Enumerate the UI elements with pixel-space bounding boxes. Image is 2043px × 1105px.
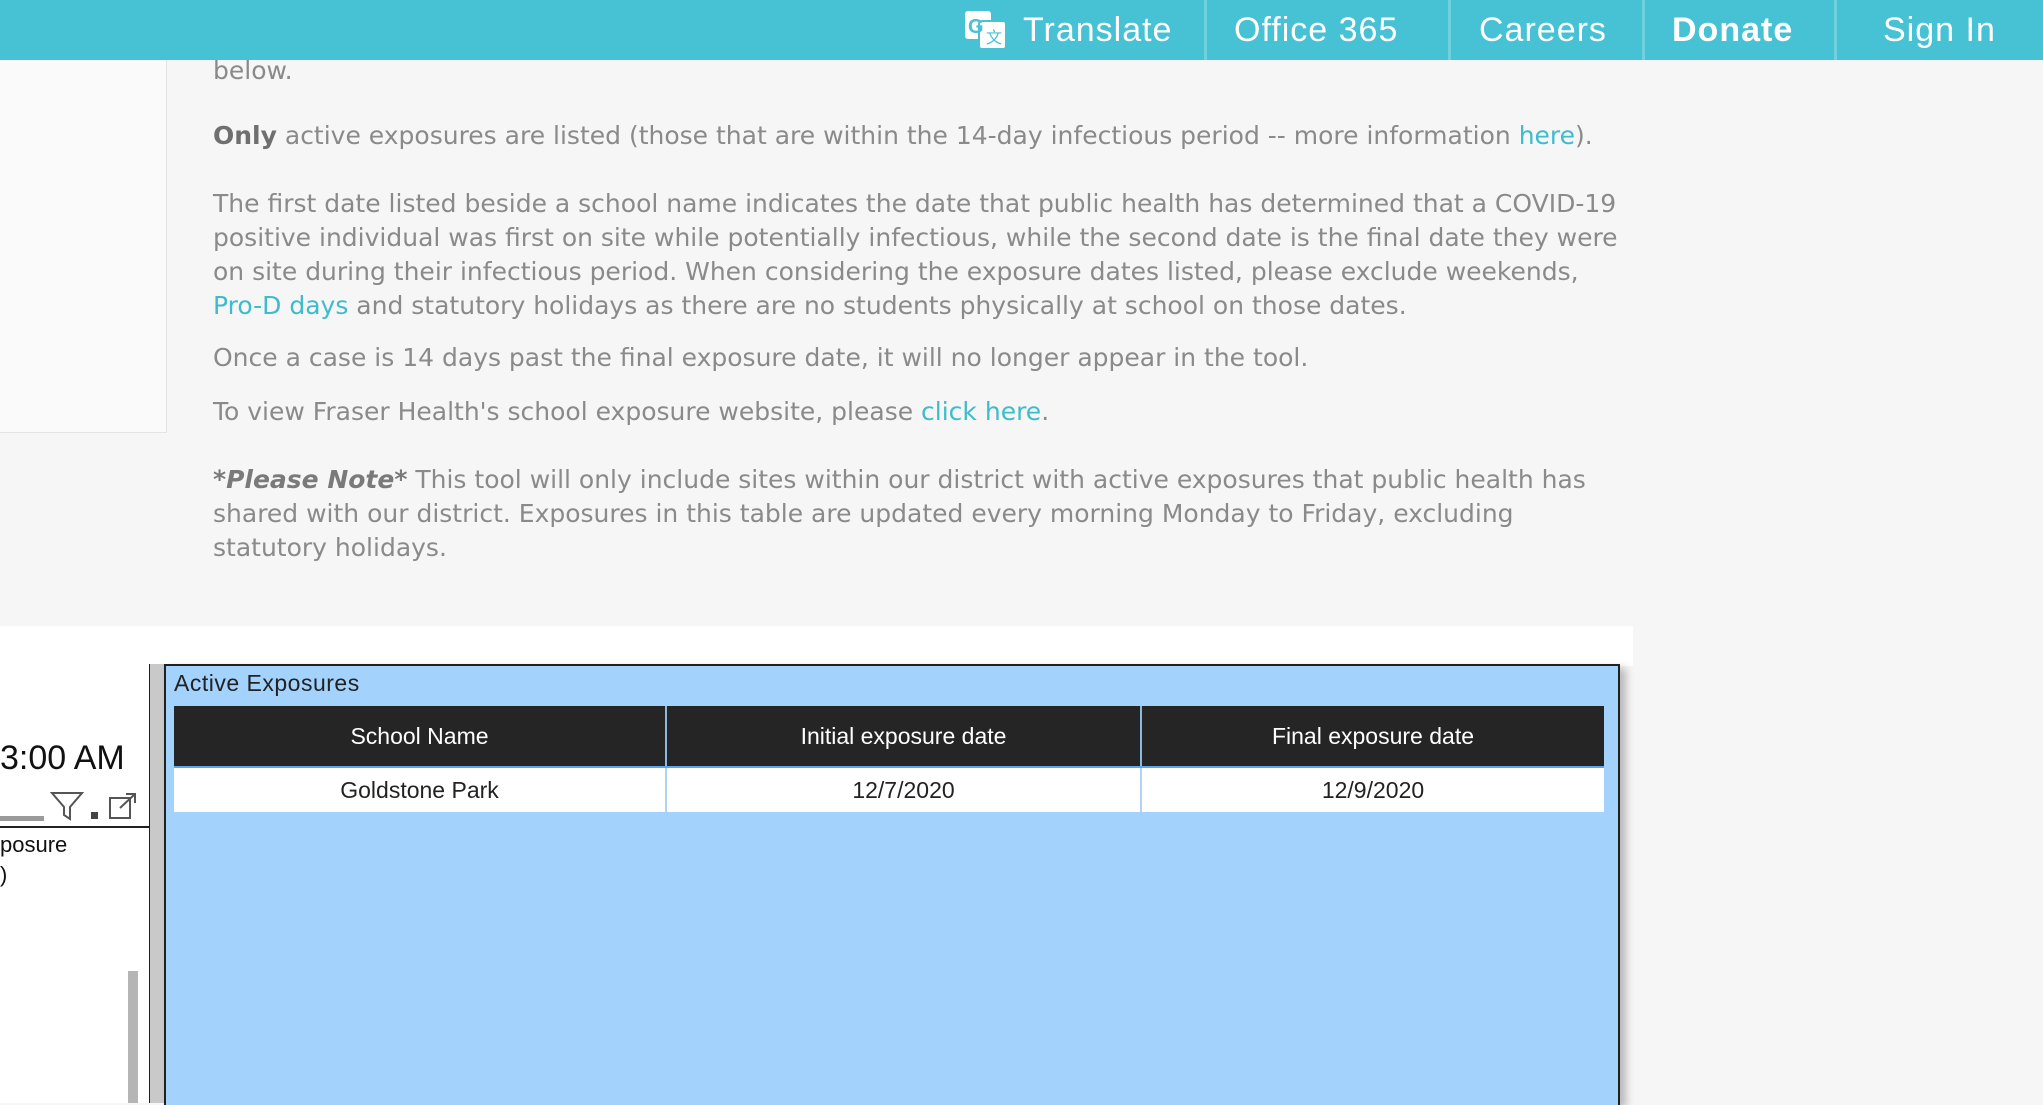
careers-label: Careers bbox=[1479, 10, 1607, 49]
report-top-strip bbox=[0, 626, 1633, 666]
visual-header-bar bbox=[0, 816, 44, 821]
please-note-bold: *Please Note* bbox=[213, 465, 408, 494]
column-header-school-name[interactable]: School Name bbox=[174, 706, 667, 768]
exposures-table: School Name Initial exposure date Final … bbox=[174, 706, 1604, 812]
exposure-fragment-line: ) bbox=[0, 862, 8, 887]
nav-separator bbox=[1834, 0, 1837, 60]
careers-link[interactable]: Careers bbox=[1479, 0, 1607, 60]
table-header-row: School Name Initial exposure date Final … bbox=[174, 706, 1604, 768]
svg-text:文: 文 bbox=[986, 28, 1003, 47]
last-refresh-time: 3:00 AM bbox=[0, 739, 125, 777]
left-sidebar-panel bbox=[0, 60, 167, 433]
top-navigation-bar: G 文 Translate Office 365 Careers Donate … bbox=[0, 0, 2043, 60]
column-header-initial-date[interactable]: Initial exposure date bbox=[666, 706, 1142, 768]
office365-label: Office 365 bbox=[1234, 10, 1399, 49]
visual-header-dot bbox=[91, 812, 98, 819]
translate-label: Translate bbox=[1023, 10, 1173, 49]
paragraph-text: The first date listed beside a school na… bbox=[213, 189, 1618, 286]
paragraph-please-note: *Please Note* This tool will only includ… bbox=[213, 463, 1633, 565]
vertical-scrollbar[interactable] bbox=[128, 971, 138, 1103]
svg-text:G: G bbox=[968, 16, 985, 38]
nav-separator bbox=[1204, 0, 1207, 60]
sign-in-label: Sign In bbox=[1883, 10, 1996, 49]
exposure-fragment-line: posure bbox=[0, 832, 68, 857]
sign-in-link[interactable]: Sign In bbox=[1883, 0, 1996, 60]
paragraph-dates-explanation: The first date listed beside a school na… bbox=[213, 187, 1633, 323]
donate-link[interactable]: Donate bbox=[1672, 0, 1793, 60]
cell-final-date: 12/9/2020 bbox=[1141, 767, 1604, 812]
only-bold: Only bbox=[213, 121, 277, 150]
paragraph-text: To view Fraser Health's school exposure … bbox=[213, 397, 922, 426]
office365-link[interactable]: Office 365 bbox=[1234, 0, 1398, 60]
paragraph-only-active: Only active exposures are listed (those … bbox=[213, 119, 1633, 153]
paragraph-text: and statutory holidays as there are no s… bbox=[348, 291, 1407, 320]
more-info-link[interactable]: here bbox=[1519, 121, 1575, 150]
paragraph-text: . bbox=[1041, 397, 1050, 426]
paragraph-text: ). bbox=[1575, 121, 1593, 150]
click-here-link[interactable]: click here bbox=[921, 397, 1041, 426]
google-translate-icon: G 文 bbox=[965, 11, 1007, 50]
pro-d-days-link[interactable]: Pro-D days bbox=[213, 291, 348, 320]
visual-divider bbox=[0, 826, 149, 828]
active-exposures-visual: Active Exposures School Name Initial exp… bbox=[164, 664, 1620, 1105]
paragraph-fraser-health: To view Fraser Health's school exposure … bbox=[213, 395, 1633, 429]
column-header-final-date[interactable]: Final exposure date bbox=[1141, 706, 1604, 768]
paragraph-text: This tool will only include sites within… bbox=[213, 465, 1586, 562]
nav-separator bbox=[1642, 0, 1645, 60]
nav-separator bbox=[1448, 0, 1451, 60]
report-title: Active Exposures bbox=[174, 670, 360, 696]
translate-link[interactable]: G 文 Translate bbox=[965, 0, 1172, 60]
left-report-visual: 3:00 AM posure ) bbox=[0, 664, 151, 1103]
filter-icon[interactable] bbox=[50, 790, 84, 822]
visual-gap bbox=[150, 664, 164, 1103]
donate-label: Donate bbox=[1672, 10, 1794, 49]
focus-mode-icon[interactable] bbox=[108, 792, 138, 820]
cell-initial-date: 12/7/2020 bbox=[666, 767, 1142, 812]
paragraph-text: active exposures are listed (those that … bbox=[276, 121, 1519, 150]
table-row[interactable]: Goldstone Park 12/7/2020 12/9/2020 bbox=[174, 767, 1604, 812]
cell-school-name: Goldstone Park bbox=[174, 767, 667, 812]
exposure-column-fragment: posure ) bbox=[0, 830, 67, 890]
paragraph-14-days: Once a case is 14 days past the final ex… bbox=[213, 343, 1309, 372]
